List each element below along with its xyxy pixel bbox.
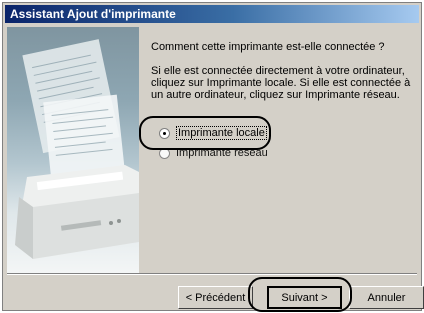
button-separator bbox=[7, 273, 417, 275]
title-bar[interactable]: Assistant Ajout d'imprimante bbox=[5, 5, 419, 23]
local-option-highlight bbox=[139, 116, 271, 150]
cancel-button[interactable]: Annuler bbox=[349, 286, 424, 309]
window-title: Assistant Ajout d'imprimante bbox=[10, 7, 176, 21]
printer-with-paper-image bbox=[15, 39, 139, 259]
printer-illustration bbox=[7, 27, 139, 275]
connection-explanation: Si elle est connectée directement à votr… bbox=[151, 65, 411, 101]
connection-question: Comment cette imprimante est-elle connec… bbox=[151, 41, 385, 53]
next-button-highlight bbox=[248, 277, 352, 312]
back-button[interactable]: < Précédent bbox=[178, 286, 253, 309]
add-printer-wizard-dialog: Assistant Ajout d'imprimante Comment cet… bbox=[2, 2, 424, 312]
